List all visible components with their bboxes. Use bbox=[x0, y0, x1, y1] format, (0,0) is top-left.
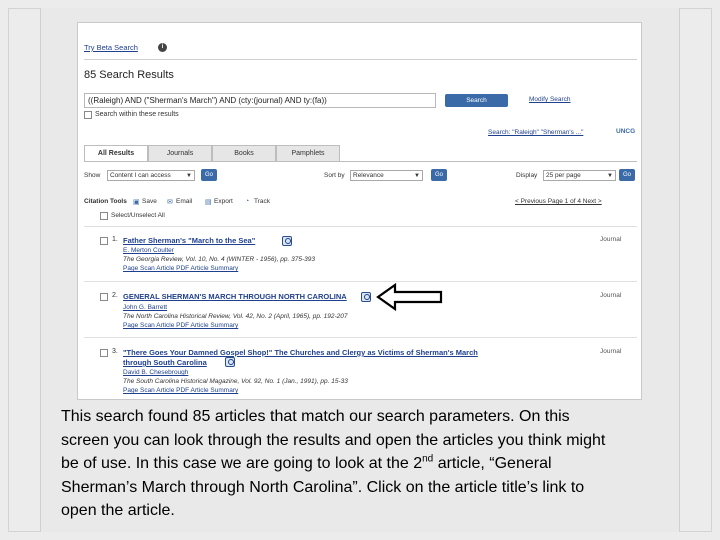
chevron-down-icon: ▼ bbox=[607, 173, 613, 179]
caption-line: screen you can look through the results … bbox=[61, 431, 606, 449]
display-select[interactable]: 25 per page ▼ bbox=[543, 170, 616, 181]
annotation-arrow bbox=[376, 282, 443, 312]
result-type: Journal bbox=[600, 348, 622, 355]
tab-journals[interactable]: Journals bbox=[148, 145, 212, 161]
chevron-down-icon: ▼ bbox=[414, 173, 420, 179]
result-title-link[interactable]: Father Sherman's "March to the Sea" bbox=[123, 236, 255, 245]
result-type: Journal bbox=[600, 292, 622, 299]
show-label: Show bbox=[84, 172, 101, 179]
sort-go-button[interactable]: Go bbox=[431, 169, 447, 181]
display-select-value: 25 per page bbox=[546, 172, 581, 179]
display-go-button[interactable]: Go bbox=[619, 169, 635, 181]
tab-books[interactable]: Books bbox=[212, 145, 276, 161]
caption-superscript: nd bbox=[422, 453, 434, 465]
track-icon: ◔ bbox=[245, 198, 250, 205]
divider bbox=[84, 337, 637, 338]
search-within-checkbox[interactable] bbox=[84, 111, 92, 119]
show-go-button[interactable]: Go bbox=[201, 169, 217, 181]
result-author-link[interactable]: John G. Barrett bbox=[123, 304, 167, 311]
caption-line: open the article. bbox=[61, 502, 175, 519]
result-author-link[interactable]: David B. Chesebrough bbox=[123, 369, 188, 376]
search-input[interactable]: ((Raleigh) AND ("Sherman's March") AND (… bbox=[84, 93, 436, 108]
beta-search-link[interactable]: Try Beta Search bbox=[84, 43, 138, 52]
result-title-link-continued[interactable]: through South Carolina bbox=[123, 358, 207, 367]
result-number: 2. bbox=[112, 292, 118, 299]
citation-tools-label: Citation Tools bbox=[84, 198, 127, 205]
preview-magnifier-icon[interactable] bbox=[361, 292, 371, 302]
export-link[interactable]: Export bbox=[214, 198, 233, 205]
show-select-value: Content I can access bbox=[110, 172, 171, 179]
show-select[interactable]: Content I can access ▼ bbox=[107, 170, 195, 181]
caption-text: article, “General bbox=[433, 455, 552, 472]
save-link[interactable]: Save bbox=[142, 198, 157, 205]
modify-search-link[interactable]: Modify Search bbox=[529, 96, 571, 103]
select-all-label: Select/Unselect All bbox=[111, 212, 165, 219]
divider bbox=[84, 226, 637, 227]
track-link[interactable]: Track bbox=[254, 198, 270, 205]
result-checkbox[interactable] bbox=[100, 349, 108, 357]
result-title-link[interactable]: GENERAL SHERMAN'S MARCH THROUGH NORTH CA… bbox=[123, 292, 347, 301]
results-title: 85 Search Results bbox=[84, 69, 174, 81]
caption-line: This search found 85 articles that match… bbox=[61, 408, 570, 425]
result-publication: The North Carolina Historical Review, Vo… bbox=[123, 313, 348, 320]
result-links[interactable]: Page Scan Article PDF Article Summary bbox=[123, 387, 238, 394]
jstor-screenshot: Try Beta Search i 85 Search Results ((Ra… bbox=[77, 22, 642, 400]
result-checkbox[interactable] bbox=[100, 237, 108, 245]
result-publication: The Georgia Review, Vol. 10, No. 4 (WINT… bbox=[123, 256, 315, 263]
save-icon: ▣ bbox=[133, 199, 140, 206]
tab-divider bbox=[84, 161, 637, 162]
saved-search-link[interactable]: Search: "Raleigh" "Sherman's ..." bbox=[488, 129, 583, 136]
sort-select[interactable]: Relevance ▼ bbox=[350, 170, 423, 181]
sort-select-value: Relevance bbox=[353, 172, 384, 179]
display-label: Display bbox=[516, 172, 538, 179]
preview-magnifier-icon[interactable] bbox=[225, 357, 235, 367]
slide-caption: This search found 85 articles that match… bbox=[61, 405, 701, 523]
export-icon: ▤ bbox=[205, 199, 212, 206]
result-publication: The South Carolina Historical Magazine, … bbox=[123, 378, 348, 385]
tab-pamphlets[interactable]: Pamphlets bbox=[276, 145, 340, 161]
pagination[interactable]: < Previous Page 1 of 4 Next > bbox=[515, 198, 602, 205]
info-icon[interactable]: i bbox=[158, 43, 167, 52]
result-type: Journal bbox=[600, 236, 622, 243]
search-button[interactable]: Search bbox=[445, 94, 508, 107]
search-within-label: Search within these results bbox=[95, 111, 179, 118]
result-number: 3. bbox=[112, 348, 118, 355]
result-number: 1. bbox=[112, 236, 118, 243]
divider bbox=[84, 281, 637, 282]
result-title-link[interactable]: "There Goes Your Damned Gospel Shop!" Th… bbox=[123, 348, 478, 357]
preview-magnifier-icon[interactable] bbox=[282, 236, 292, 246]
caption-line: be of use. In this case we are going to … bbox=[61, 452, 701, 476]
email-icon: ✉ bbox=[167, 199, 173, 206]
select-all-checkbox[interactable] bbox=[100, 212, 108, 220]
sort-label: Sort by bbox=[324, 172, 345, 179]
header-divider bbox=[84, 59, 637, 60]
result-author-link[interactable]: E. Merton Coulter bbox=[123, 247, 174, 254]
result-links[interactable]: Page Scan Article PDF Article Summary bbox=[123, 265, 238, 272]
caption-line: Sherman’s March through North Carolina”.… bbox=[61, 478, 585, 496]
chevron-down-icon: ▼ bbox=[186, 173, 192, 179]
uncg-logo: UNCG bbox=[616, 128, 636, 135]
tab-all-results[interactable]: All Results bbox=[84, 145, 148, 161]
email-link[interactable]: Email bbox=[176, 198, 192, 205]
result-checkbox[interactable] bbox=[100, 293, 108, 301]
caption-text: be of use. In this case we are going to … bbox=[61, 455, 423, 472]
result-links[interactable]: Page Scan Article PDF Article Summary bbox=[123, 322, 238, 329]
